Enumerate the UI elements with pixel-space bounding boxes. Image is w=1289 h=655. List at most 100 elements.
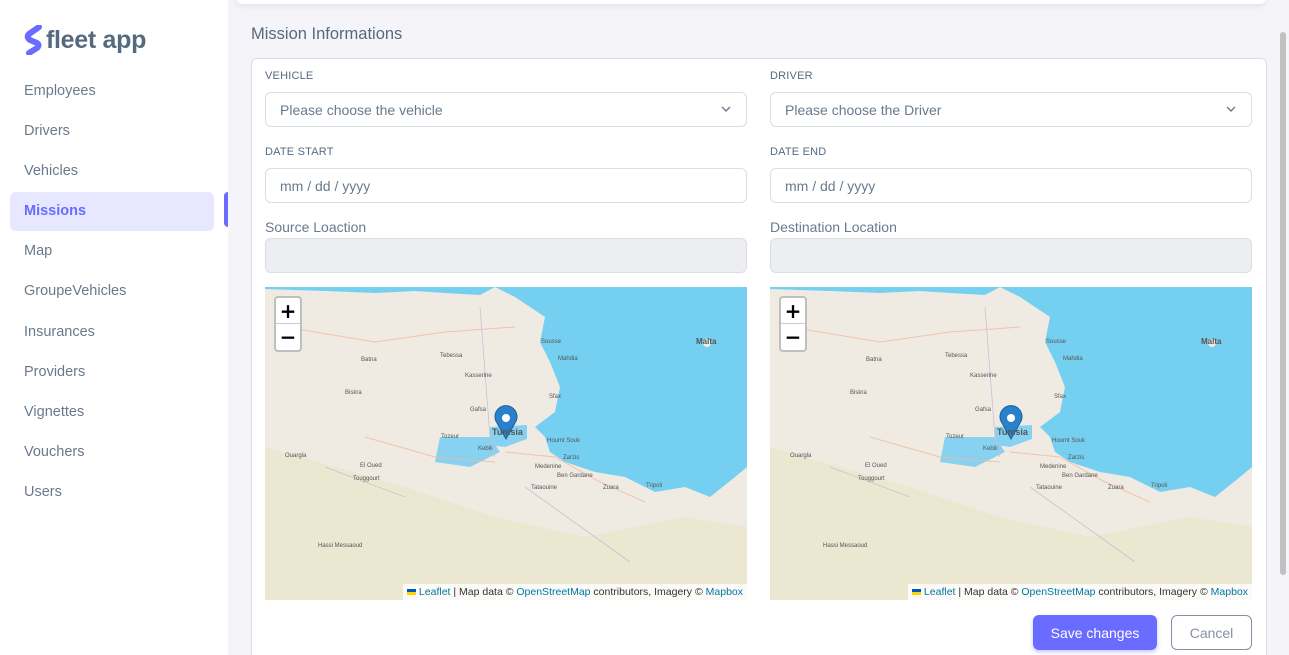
map-place-label: Tebessa — [440, 353, 463, 359]
openstreetmap-link[interactable]: OpenStreetMap — [516, 586, 590, 598]
sidebar: fleet app Employees Drivers Vehicles Mis… — [0, 0, 228, 655]
date-start-label: DATE START — [265, 146, 334, 158]
vehicle-select[interactable]: Please choose the vehicle — [265, 92, 747, 127]
map-place-label: Tripoli — [646, 483, 662, 489]
app-logo[interactable]: fleet app — [24, 24, 146, 56]
sidebar-nav: Employees Drivers Vehicles Missions Map … — [10, 71, 214, 513]
sidebar-item-insurances[interactable]: Insurances — [10, 312, 214, 351]
map-place-label: Tunisia — [997, 427, 1029, 437]
destination-location-input — [770, 238, 1252, 273]
date-end-placeholder: mm / dd / yyyy — [785, 177, 876, 194]
map-zoom-control: + − — [779, 296, 807, 352]
map-place-label: Hassi Messaoud — [318, 543, 362, 549]
chevron-down-icon — [721, 106, 731, 112]
map-place-label: Medenine — [1040, 464, 1067, 470]
vehicle-select-value: Please choose the vehicle — [280, 101, 443, 118]
map-tiles: Malta Tunisia Sfax Sousse Tripoli Biskra… — [265, 287, 747, 600]
attrib-text: | Map data © — [955, 586, 1022, 598]
map-place-label: Tunisia — [492, 427, 524, 437]
ukraine-flag-icon — [406, 589, 416, 596]
app-name: fleet app — [46, 25, 147, 54]
sidebar-item-vehicles[interactable]: Vehicles — [10, 151, 214, 190]
active-indicator — [224, 192, 228, 227]
mapbox-link[interactable]: Mapbox — [1211, 586, 1248, 598]
date-end-label: DATE END — [770, 146, 827, 158]
leaflet-link[interactable]: Leaflet — [419, 586, 451, 598]
map-place-label: Kebili — [983, 446, 998, 452]
map-place-label: Batna — [866, 357, 882, 363]
destination-map[interactable]: Malta Tunisia Sfax Sousse Tripoli Biskra… — [770, 287, 1252, 600]
zoom-out-button[interactable]: − — [276, 324, 300, 350]
map-place-label: Malta — [1201, 337, 1222, 346]
map-place-label: Sousse — [1046, 339, 1067, 345]
map-place-label: Malta — [696, 337, 717, 346]
map-place-label: Zuara — [1108, 485, 1124, 491]
source-map[interactable]: Malta Tunisia Sfax Sousse Tripoli Biskra… — [265, 287, 747, 600]
sidebar-item-groupevehicles[interactable]: GroupeVehicles — [10, 272, 214, 311]
map-place-label: Batna — [361, 357, 377, 363]
source-location-input — [265, 238, 747, 273]
sidebar-item-providers[interactable]: Providers — [10, 352, 214, 391]
top-card — [236, 0, 1266, 4]
mapbox-link[interactable]: Mapbox — [706, 586, 743, 598]
openstreetmap-link[interactable]: OpenStreetMap — [1021, 586, 1095, 598]
map-tiles: Malta Tunisia Sfax Sousse Tripoli Biskra… — [770, 287, 1252, 600]
map-place-label: Hassi Messaoud — [823, 543, 867, 549]
date-start-input[interactable]: mm / dd / yyyy — [265, 168, 747, 203]
map-place-label: Touggourt — [353, 476, 380, 482]
map-place-label: Kasserine — [970, 373, 997, 379]
sidebar-item-vouchers[interactable]: Vouchers — [10, 433, 214, 472]
driver-select-value: Please choose the Driver — [785, 101, 942, 118]
map-place-label: Tataouine — [531, 485, 558, 491]
zoom-in-button[interactable]: + — [781, 298, 805, 324]
sidebar-item-users[interactable]: Users — [10, 473, 214, 512]
map-place-label: Kasserine — [465, 373, 492, 379]
attrib-text: contributors, Imagery © — [590, 586, 706, 598]
sidebar-item-employees[interactable]: Employees — [10, 71, 214, 110]
map-place-label: Ouargla — [790, 453, 812, 459]
sidebar-item-missions[interactable]: Missions — [10, 191, 214, 231]
map-place-label: Gafsa — [975, 407, 992, 413]
map-place-label: Zarzis — [1068, 455, 1084, 461]
map-place-label: Tozeur — [441, 434, 459, 440]
map-place-label: Mahdia — [1063, 356, 1083, 362]
sidebar-item-map[interactable]: Map — [10, 232, 214, 271]
map-place-label: Ben Gardane — [557, 473, 593, 479]
sidebar-item-vignettes[interactable]: Vignettes — [10, 393, 214, 432]
driver-label: DRIVER — [770, 70, 813, 82]
map-place-label: Houmt Souk — [547, 438, 581, 444]
logo-icon — [24, 25, 42, 55]
vehicle-label: VEHICLE — [265, 70, 314, 82]
cancel-button[interactable]: Cancel — [1171, 615, 1252, 650]
map-place-label: Mahdia — [558, 356, 578, 362]
attrib-text: | Map data © — [450, 586, 517, 598]
sidebar-item-drivers[interactable]: Drivers — [10, 111, 214, 150]
source-location-label: Source Loaction — [265, 219, 367, 235]
ukraine-flag-icon — [911, 589, 921, 596]
map-place-label: Kebili — [478, 446, 493, 452]
map-place-label: Tataouine — [1036, 485, 1063, 491]
map-place-label: Biskra — [850, 390, 867, 396]
map-place-label: Tripoli — [1151, 483, 1167, 489]
map-place-label: Houmt Souk — [1052, 438, 1086, 444]
attrib-text: contributors, Imagery © — [1095, 586, 1211, 598]
destination-location-label: Destination Location — [770, 219, 897, 235]
map-place-label: Ben Gardane — [1062, 473, 1098, 479]
zoom-out-button[interactable]: − — [781, 324, 805, 350]
map-place-label: Tebessa — [945, 353, 968, 359]
map-place-label: Medenine — [535, 464, 562, 470]
driver-select[interactable]: Please choose the Driver — [770, 92, 1252, 127]
map-attribution: Leaflet | Map data © OpenStreetMap contr… — [402, 584, 747, 600]
leaflet-link[interactable]: Leaflet — [924, 586, 956, 598]
map-place-label: Tozeur — [946, 434, 964, 440]
map-place-label: Gafsa — [470, 407, 487, 413]
map-place-label: Touggourt — [858, 476, 885, 482]
date-end-input[interactable]: mm / dd / yyyy — [770, 168, 1252, 203]
save-changes-button[interactable]: Save changes — [1033, 615, 1157, 650]
map-place-label: El Oued — [865, 463, 887, 469]
zoom-in-button[interactable]: + — [276, 298, 300, 324]
chevron-down-icon — [1226, 106, 1236, 112]
map-attribution: Leaflet | Map data © OpenStreetMap contr… — [907, 584, 1252, 600]
page-scrollbar[interactable] — [1280, 32, 1286, 575]
map-place-label: Sousse — [541, 339, 562, 345]
